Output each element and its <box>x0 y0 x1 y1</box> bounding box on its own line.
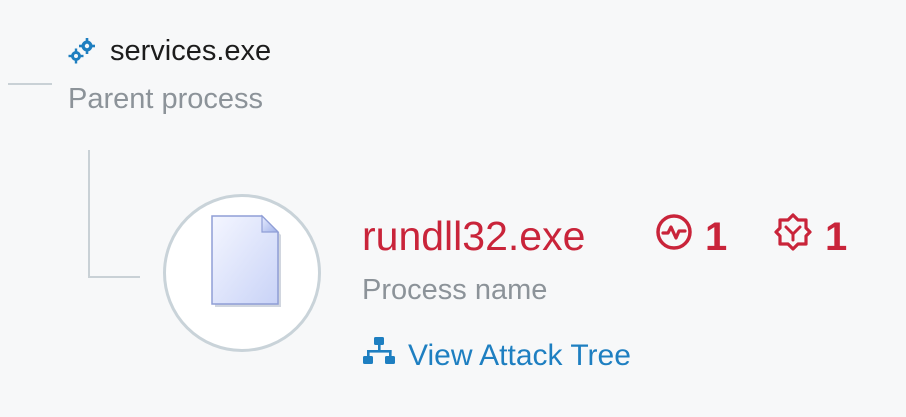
process-name-label: Process name <box>362 274 548 306</box>
process-name[interactable]: rundll32.exe <box>362 212 585 260</box>
process-tree-panel: services.exe Parent process rundll32.exe <box>0 0 906 417</box>
parent-process-name[interactable]: services.exe <box>110 33 271 69</box>
view-attack-tree-link[interactable]: View Attack Tree <box>362 336 631 376</box>
threat-count-badge[interactable]: 1 <box>773 212 848 262</box>
threat-hexagon-icon <box>773 212 825 262</box>
document-icon <box>206 212 284 310</box>
view-attack-tree-label: View Attack Tree <box>408 339 631 372</box>
gears-icon <box>68 38 96 64</box>
tree-connector-top <box>8 83 52 85</box>
tree-connector-vertical <box>88 150 90 278</box>
tree-hierarchy-icon <box>362 335 408 378</box>
activity-count: 1 <box>705 215 728 259</box>
tree-connector-child <box>88 276 140 278</box>
threat-count: 1 <box>825 215 848 259</box>
activity-pulse-icon <box>655 213 705 261</box>
activity-count-badge[interactable]: 1 <box>655 214 727 260</box>
parent-process-label: Parent process <box>68 83 264 115</box>
